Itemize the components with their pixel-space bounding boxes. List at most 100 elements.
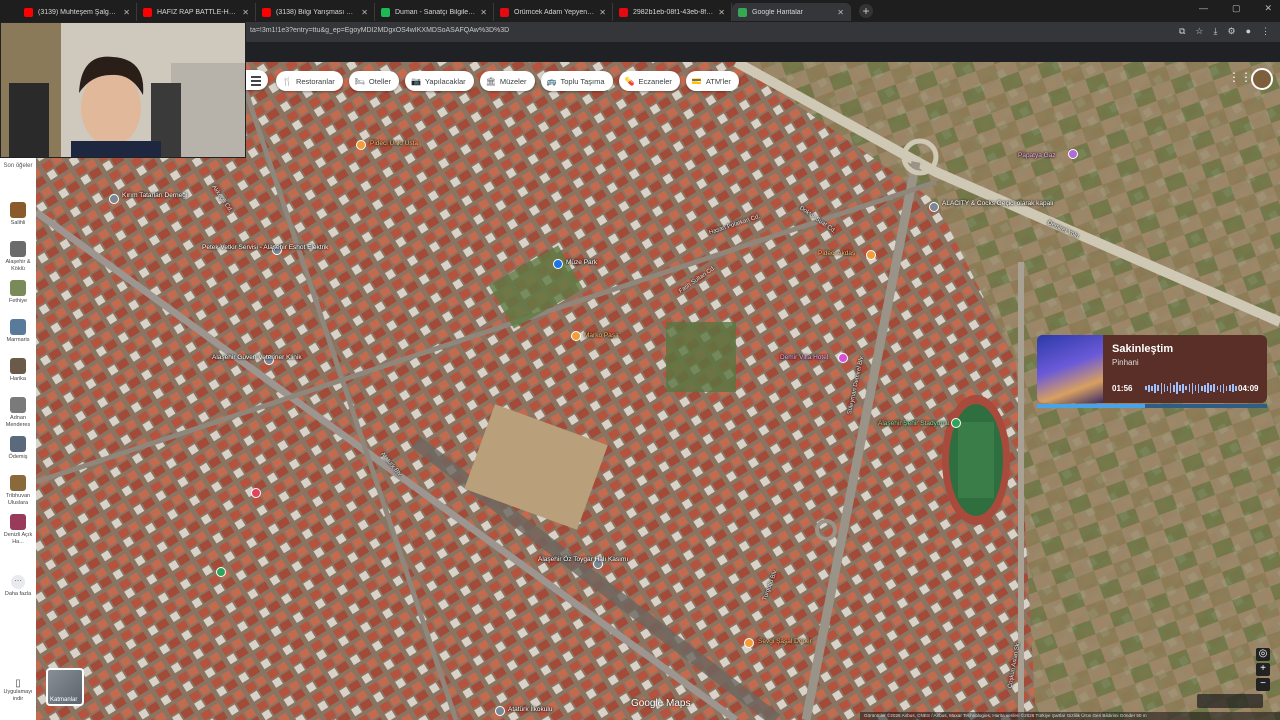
- poi-label[interactable]: Sevgi Şaşal Döner: [758, 638, 812, 645]
- category-chip[interactable]: 🛏 Oteller: [348, 71, 399, 91]
- browser-menu-icon[interactable]: ⋮: [1261, 26, 1270, 37]
- song-progress-bar[interactable]: [1037, 404, 1267, 408]
- song-progress-fill: [1037, 404, 1146, 408]
- window-controls: — ▢ ✕: [1199, 3, 1272, 14]
- account-avatar[interactable]: [1251, 68, 1273, 90]
- tab-close-icon[interactable]: ✕: [599, 8, 606, 17]
- download-app[interactable]: ▯ Uygulamayı indir: [0, 678, 36, 702]
- poi-label[interactable]: Alaşehir Şehir Stadyumu: [878, 420, 950, 427]
- google-apps-icon[interactable]: ⋮⋮: [1228, 70, 1252, 88]
- school-pin[interactable]: [495, 706, 505, 716]
- audio-waveform: [1145, 382, 1237, 394]
- place-thumbnail: [10, 358, 26, 374]
- poi-label[interactable]: Pideci Akdaş: [818, 250, 855, 257]
- waveform-bar: [1222, 383, 1225, 393]
- zoom-out-button[interactable]: −: [1256, 678, 1270, 691]
- category-chip[interactable]: 💳 ATM'ler: [685, 71, 739, 91]
- rail-more[interactable]: ··· Daha fazla: [0, 575, 36, 598]
- browser-tab[interactable]: Duman - Sanatçı Bilgileri ve Etki ✕: [375, 3, 494, 21]
- museum-pin[interactable]: [553, 259, 563, 269]
- poi-label[interactable]: Kırım Tatarları Derneği: [122, 192, 187, 199]
- park-pin[interactable]: [216, 567, 226, 577]
- bookmark-star-icon[interactable]: ☆: [1195, 26, 1203, 37]
- restaurant-pin[interactable]: [356, 140, 366, 150]
- rail-recent-item[interactable]: Marmaris: [0, 319, 36, 344]
- url-text[interactable]: ta=!3m1!1e3?entry=ttu&g_ep=EgoyMDI2MDgxO…: [250, 27, 509, 34]
- poi-label[interactable]: Demir Villa Hotel: [780, 354, 828, 361]
- browser-tab[interactable]: HAFIZ RAP BATTLE-HAFIZLAR ✕: [137, 3, 256, 21]
- category-chip[interactable]: 📷 Yapılacaklar: [405, 71, 474, 91]
- waveform-bar: [1182, 383, 1184, 393]
- maximize-icon[interactable]: ▢: [1232, 3, 1241, 14]
- category-chip[interactable]: 💊 Eczaneler: [618, 71, 680, 91]
- rail-item-label: Fethiye: [8, 298, 28, 304]
- tab-close-icon[interactable]: ✕: [480, 8, 487, 17]
- stadium-pin[interactable]: [951, 418, 961, 428]
- shop-pin[interactable]: [1068, 149, 1078, 159]
- browser-tab[interactable]: 2982b1eb-08f1-43eb-8f0a-3a1 ✕: [613, 3, 732, 21]
- tab-close-icon[interactable]: ✕: [361, 8, 368, 17]
- poi-label[interactable]: ALACITY & Cocks Geçici olarak kapalı: [942, 200, 1054, 207]
- restaurant-pin[interactable]: [866, 250, 876, 260]
- rail-recent-item[interactable]: Harika: [0, 358, 36, 383]
- rail-recent-item[interactable]: Adnan Menderes: [0, 397, 36, 428]
- restaurant-pin[interactable]: [744, 638, 754, 648]
- song-title: Sakinleştim: [1112, 343, 1174, 355]
- waveform-bar: [1148, 384, 1150, 392]
- close-window-icon[interactable]: ✕: [1264, 3, 1272, 14]
- category-chip[interactable]: 🏛 Müzeler: [479, 71, 535, 91]
- tab-favicon-icon: [619, 7, 628, 17]
- cafe-pin[interactable]: [251, 488, 261, 498]
- total-duration: 04:09: [1238, 384, 1259, 393]
- collapse-panel-button[interactable]: [246, 70, 268, 90]
- poi-label[interactable]: Alaşehir Güven Veteriner Klinik: [212, 354, 302, 361]
- category-chip[interactable]: 🍴 Restoranlar: [276, 71, 343, 91]
- poi-label[interactable]: Marko Paşa: [584, 332, 619, 339]
- place-pin[interactable]: [109, 194, 119, 204]
- poi-label[interactable]: Petek Vetkir Servisi - Alaşehir Eshot El…: [202, 244, 328, 251]
- minimize-icon[interactable]: —: [1199, 3, 1208, 14]
- waveform-bar: [1216, 386, 1219, 390]
- phone-icon: ▯: [15, 678, 21, 689]
- rail-recent-item[interactable]: Fethiye: [0, 280, 36, 305]
- attraction-icon: 📷: [411, 76, 421, 86]
- tab-close-icon[interactable]: ✕: [242, 8, 249, 17]
- rail-recent-item[interactable]: Tribhuvan Uluslara: [0, 475, 36, 506]
- place-thumbnail: [10, 241, 26, 257]
- tab-close-icon[interactable]: ✕: [718, 8, 725, 17]
- download-icon[interactable]: ⤓: [1214, 26, 1218, 37]
- street-view-strip[interactable]: [1197, 694, 1263, 708]
- new-tab-button[interactable]: +: [859, 4, 873, 18]
- rail-recent-item[interactable]: Ödemiş: [0, 436, 36, 461]
- cast-icon[interactable]: ⧉: [1179, 26, 1185, 37]
- rail-recent-item[interactable]: Salihli: [0, 202, 36, 227]
- hotel-icon: 🛏: [354, 76, 365, 86]
- browser-tab[interactable]: (3138) Bilgi Yarışması Edit - 9 (!) ✕: [256, 3, 375, 21]
- poi-label[interactable]: Atatürk İlkokulu: [508, 706, 552, 713]
- poi-label[interactable]: Alaşehir Öz Toygar Halı Kasımı: [538, 556, 628, 563]
- browser-tab[interactable]: Google Haritalar ✕: [732, 3, 851, 21]
- extensions-icon[interactable]: ⚙: [1227, 26, 1235, 37]
- shop-pin[interactable]: [929, 202, 939, 212]
- browser-tab[interactable]: (3139) Muhteşem Şalgam Reklamı ✕: [18, 3, 137, 21]
- restaurant-pin[interactable]: [571, 331, 581, 341]
- rail-recent-item[interactable]: Alaşehir & Köklü: [0, 241, 36, 272]
- waveform-bar: [1151, 385, 1153, 391]
- zoom-in-button[interactable]: +: [1256, 663, 1270, 676]
- hotel-pin[interactable]: [838, 353, 848, 363]
- chip-label: Yapılacaklar: [424, 76, 466, 86]
- poi-label[interactable]: Müze Park: [566, 259, 597, 266]
- poi-label[interactable]: Papatya Gaz: [1018, 152, 1056, 159]
- tab-close-icon[interactable]: ✕: [837, 8, 844, 17]
- waveform-bar: [1154, 383, 1156, 393]
- album-art: [1037, 335, 1103, 403]
- place-thumbnail: [10, 514, 26, 530]
- rail-item-label: Marmaris: [6, 337, 30, 343]
- tab-close-icon[interactable]: ✕: [123, 8, 130, 17]
- my-location-icon[interactable]: ◎: [1256, 648, 1270, 661]
- browser-tab[interactable]: Örümcek Adam Yepyeni Bir Gün ✕: [494, 3, 613, 21]
- rail-recent-item[interactable]: Denizli Açık Ha...: [0, 514, 36, 545]
- category-chip[interactable]: 🚌 Toplu Taşıma: [540, 71, 613, 91]
- profile-icon[interactable]: ●: [1246, 26, 1251, 37]
- poi-label[interactable]: Pideci Ünlü Usta: [370, 140, 418, 147]
